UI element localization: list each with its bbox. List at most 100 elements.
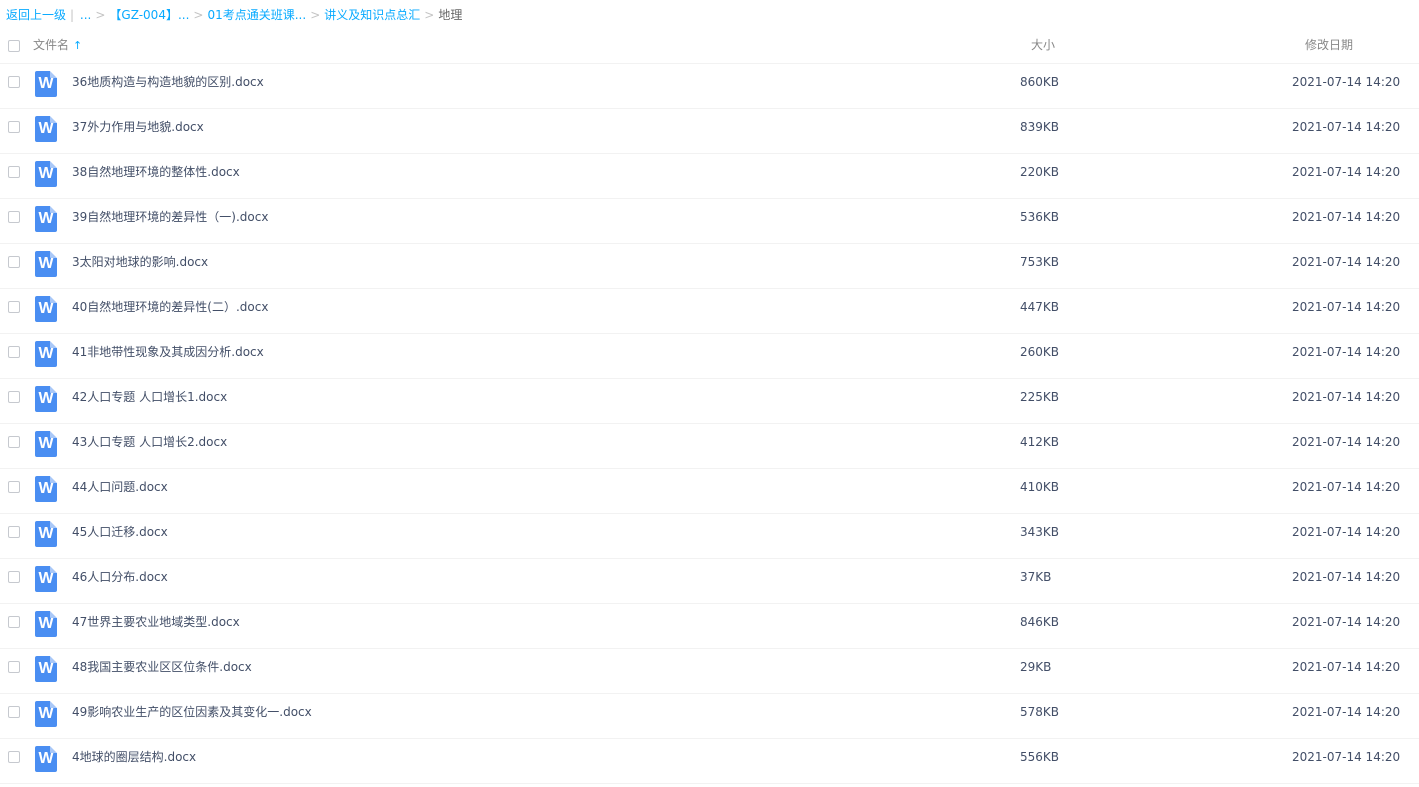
file-modified-date: 2021-07-14 14:20 [1292,210,1401,224]
file-modified-date: 2021-07-14 14:20 [1292,75,1401,89]
name-column-header[interactable]: 文件名 ↑ [33,30,82,61]
breadcrumb-separator: > [193,8,204,22]
file-name[interactable]: 38自然地理环境的整体性.docx [72,154,240,190]
word-document-icon: W [35,116,57,142]
file-modified-date: 2021-07-14 14:20 [1292,390,1401,404]
file-checkbox[interactable] [8,751,20,763]
breadcrumb-current: 地理 [438,8,463,22]
file-size: 846KB [1020,615,1060,629]
word-document-icon: W [35,71,57,97]
file-size: 578KB [1020,705,1060,719]
file-modified-date: 2021-07-14 14:20 [1292,165,1401,179]
file-row[interactable]: W 37外力作用与地貌.docx 839KB 2021-07-14 14:20 [0,109,1419,154]
breadcrumb-item[interactable]: 01考点通关班课... [207,8,306,22]
file-row[interactable]: W 45人口迁移.docx 343KB 2021-07-14 14:20 [0,514,1419,559]
file-modified-date: 2021-07-14 14:20 [1292,570,1401,584]
file-checkbox[interactable] [8,76,20,88]
file-row[interactable]: W 39自然地理环境的差异性（一).docx 536KB 2021-07-14 14:… [0,199,1419,244]
file-size: 556KB [1020,750,1060,764]
file-row[interactable]: W 43人口专题 人口增长2.docx 412KB 2021-07-14 14:20 [0,424,1419,469]
file-modified-date: 2021-07-14 14:20 [1292,300,1401,314]
file-modified-date: 2021-07-14 14:20 [1292,345,1401,359]
breadcrumb-ellipsis[interactable]: ... [80,8,91,22]
file-checkbox[interactable] [8,706,20,718]
name-column-label: 文件名 [33,38,70,52]
file-checkbox[interactable] [8,346,20,358]
file-checkbox[interactable] [8,661,20,673]
file-name[interactable]: 47世界主要农业地域类型.docx [72,604,240,640]
word-document-icon: W [35,566,57,592]
file-list-header: 文件名 ↑ 大小 修改日期 [0,30,1419,64]
select-all-checkbox[interactable] [8,40,20,52]
file-modified-date: 2021-07-14 14:20 [1292,480,1401,494]
file-name[interactable]: 46人口分布.docx [72,559,168,595]
breadcrumb-item[interactable]: 讲义及知识点总汇 [324,8,420,22]
word-document-icon: W [35,746,57,772]
file-modified-date: 2021-07-14 14:20 [1292,750,1401,764]
file-modified-date: 2021-07-14 14:20 [1292,120,1401,134]
word-document-icon: W [35,161,57,187]
file-checkbox[interactable] [8,166,20,178]
file-checkbox[interactable] [8,391,20,403]
word-document-icon: W [35,611,57,637]
file-row[interactable]: W 40自然地理环境的差异性(二）.docx 447KB 2021-07-14 14:… [0,289,1419,334]
back-link[interactable]: 返回上一级 [6,8,66,22]
file-row[interactable]: W 3太阳对地球的影响.docx 753KB 2021-07-14 14:20 [0,244,1419,289]
file-checkbox[interactable] [8,571,20,583]
word-document-icon: W [35,521,57,547]
file-row[interactable]: W 38自然地理环境的整体性.docx 220KB 2021-07-14 14:20 [0,154,1419,199]
file-checkbox[interactable] [8,481,20,493]
file-row[interactable]: W 47世界主要农业地域类型.docx 846KB 2021-07-14 14:20 [0,604,1419,649]
file-modified-date: 2021-07-14 14:20 [1292,615,1401,629]
file-name[interactable]: 42人口专题 人口增长1.docx [72,379,227,415]
breadcrumb-separator: > [424,8,435,22]
file-row[interactable]: W 36地质构造与构造地貌的区别.docx 860KB 2021-07-14 14:2… [0,64,1419,109]
file-row[interactable]: W 49影响农业生产的区位因素及其变化一.docx 578KB 2021-07-14 … [0,694,1419,739]
file-checkbox[interactable] [8,526,20,538]
file-row[interactable]: W 44人口问题.docx 410KB 2021-07-14 14:20 [0,469,1419,514]
file-size: 410KB [1020,480,1060,494]
file-name[interactable]: 37外力作用与地貌.docx [72,109,204,145]
file-checkbox[interactable] [8,301,20,313]
file-size: 225KB [1020,390,1060,404]
file-checkbox[interactable] [8,256,20,268]
word-document-icon: W [35,431,57,457]
breadcrumb-separator: > [95,8,106,22]
file-checkbox[interactable] [8,436,20,448]
file-name[interactable]: 43人口专题 人口增长2.docx [72,424,227,460]
file-row[interactable]: W 46人口分布.docx 37KB 2021-07-14 14:20 [0,559,1419,604]
file-name[interactable]: 48我国主要农业区区位条件.docx [72,649,252,685]
file-name[interactable]: 44人口问题.docx [72,469,168,505]
file-name[interactable]: 3太阳对地球的影响.docx [72,244,208,280]
file-checkbox[interactable] [8,616,20,628]
file-row[interactable]: W 48我国主要农业区区位条件.docx 29KB 2021-07-14 14:20 [0,649,1419,694]
size-column-header[interactable]: 大小 [1031,30,1055,61]
file-size: 29KB [1020,660,1052,674]
file-name[interactable]: 41非地带性现象及其成因分析.docx [72,334,264,370]
file-row[interactable]: W 4地球的圈层结构.docx 556KB 2021-07-14 14:20 [0,739,1419,784]
word-document-icon: W [35,296,57,322]
file-name[interactable]: 40自然地理环境的差异性(二）.docx [72,289,268,325]
word-document-icon: W [35,476,57,502]
date-column-header[interactable]: 修改日期 [1305,30,1353,61]
breadcrumb-divider: | [70,8,75,22]
file-size: 343KB [1020,525,1060,539]
file-name[interactable]: 49影响农业生产的区位因素及其变化一.docx [72,694,312,730]
word-document-icon: W [35,206,57,232]
word-document-icon: W [35,251,57,277]
file-size: 37KB [1020,570,1052,584]
file-modified-date: 2021-07-14 14:20 [1292,705,1401,719]
file-size: 536KB [1020,210,1060,224]
file-name[interactable]: 39自然地理环境的差异性（一).docx [72,199,268,235]
file-modified-date: 2021-07-14 14:20 [1292,435,1401,449]
file-name[interactable]: 45人口迁移.docx [72,514,168,550]
file-checkbox[interactable] [8,211,20,223]
breadcrumb-item[interactable]: 【GZ-004】... [109,8,189,22]
file-row[interactable]: W 42人口专题 人口增长1.docx 225KB 2021-07-14 14:20 [0,379,1419,424]
file-row[interactable]: W 41非地带性现象及其成因分析.docx 260KB 2021-07-14 14:2… [0,334,1419,379]
breadcrumb: 返回上一级 | ... > 【GZ-004】... >01考点通关班课... > 讲义及知识… [6,0,462,30]
file-checkbox[interactable] [8,121,20,133]
file-name[interactable]: 36地质构造与构造地貌的区别.docx [72,64,264,100]
file-list: W 36地质构造与构造地貌的区别.docx 860KB 2021-07-14 14:2… [0,64,1419,784]
file-name[interactable]: 4地球的圈层结构.docx [72,739,196,775]
